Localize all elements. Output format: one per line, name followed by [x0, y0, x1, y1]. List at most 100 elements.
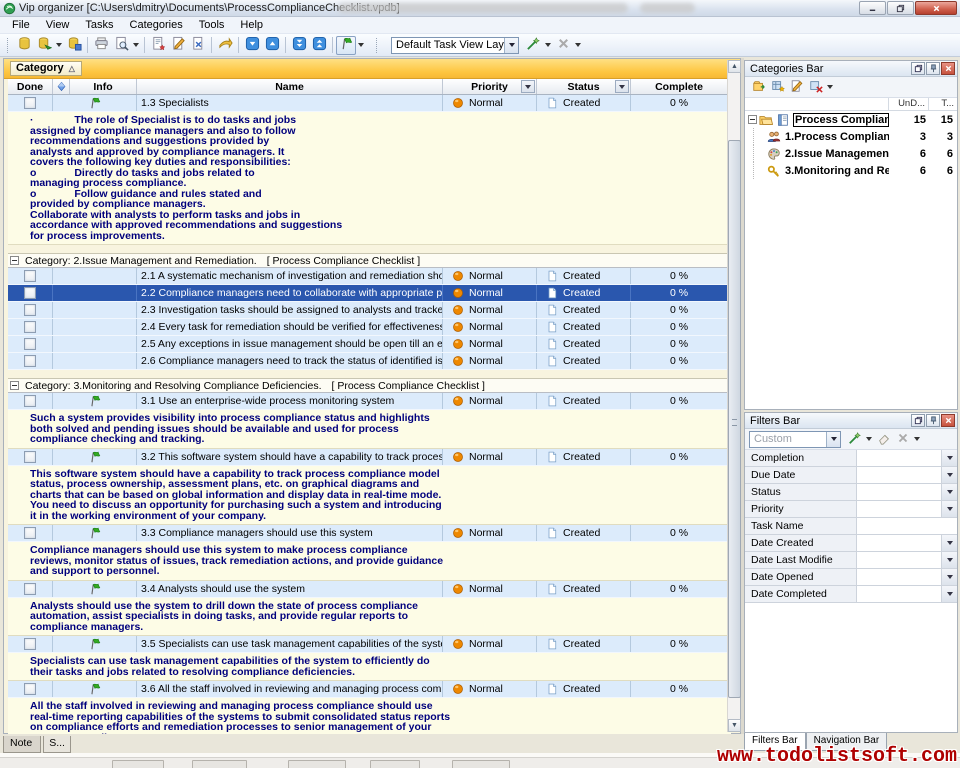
task-row[interactable]: 3.5 Specialists can use task management …: [8, 636, 731, 653]
menu-help[interactable]: Help: [232, 18, 271, 32]
save-database-button[interactable]: [64, 36, 84, 55]
move-down-button[interactable]: [242, 36, 262, 55]
group-by-category-chip[interactable]: Category △: [10, 61, 82, 76]
task-done-checkbox[interactable]: [24, 304, 36, 316]
column-header-status[interactable]: Status: [537, 79, 631, 94]
menu-file[interactable]: File: [4, 18, 38, 32]
add-category-button[interactable]: [768, 78, 787, 96]
task-done-checkbox[interactable]: [24, 321, 36, 333]
apply-layout-button[interactable]: [523, 36, 543, 55]
edit-task-button[interactable]: [168, 36, 188, 55]
panel-close-icon[interactable]: [941, 62, 955, 75]
filter-dropdown-button[interactable]: [941, 450, 957, 466]
task-row[interactable]: 3.6 All the staff involved in reviewing …: [8, 681, 731, 698]
tree-item[interactable]: 2.Issue Management and Re66: [745, 145, 957, 162]
task-row[interactable]: 2.3 Investigation tasks should be assign…: [8, 302, 731, 319]
minimize-button[interactable]: [859, 1, 886, 15]
column-header-priority[interactable]: Priority: [443, 79, 537, 94]
new-database-button[interactable]: [14, 36, 34, 55]
scroll-up-arrow[interactable]: ▲: [728, 60, 741, 73]
filter-value-field[interactable]: [857, 484, 941, 500]
tree-item[interactable]: 3.Monitoring and Resolving66: [745, 162, 957, 179]
dropdown-caret-icon[interactable]: [866, 437, 872, 441]
goto-task-button[interactable]: [215, 36, 235, 55]
task-done-checkbox[interactable]: [24, 287, 36, 299]
scrollbar-thumb[interactable]: [728, 140, 741, 698]
delete-category-button[interactable]: [806, 78, 825, 96]
scroll-down-arrow[interactable]: ▼: [728, 719, 741, 732]
task-done-checkbox[interactable]: [24, 451, 36, 463]
move-to-bottom-button[interactable]: [289, 36, 309, 55]
tab-s[interactable]: S...: [43, 736, 71, 753]
task-row[interactable]: 2.6 Compliance managers need to track th…: [8, 353, 731, 370]
edit-category-button[interactable]: [787, 78, 806, 96]
dropdown-caret-icon[interactable]: [56, 43, 62, 47]
task-done-checkbox[interactable]: [24, 355, 36, 367]
task-row[interactable]: 1.3 SpecialistsNormalCreated0 %: [8, 95, 731, 112]
panel-restore-icon[interactable]: [911, 62, 925, 75]
tree-item[interactable]: 1.Process Compliance: Key33: [745, 128, 957, 145]
tree-item[interactable]: Process Compliance Checkli1515: [745, 111, 957, 128]
filter-preset-dropdown[interactable]: [826, 432, 840, 447]
filter-dropdown-button[interactable]: [941, 569, 957, 585]
print-preview-button[interactable]: [111, 36, 131, 55]
menu-tasks[interactable]: Tasks: [77, 18, 121, 32]
task-done-checkbox[interactable]: [24, 395, 36, 407]
menu-view[interactable]: View: [38, 18, 78, 32]
filter-dropdown-button[interactable]: [941, 484, 957, 500]
filter-value-field[interactable]: [857, 552, 941, 568]
dropdown-caret-icon[interactable]: [545, 43, 551, 47]
task-done-checkbox[interactable]: [24, 638, 36, 650]
vertical-scrollbar[interactable]: ▲ ▼: [727, 60, 740, 732]
task-done-checkbox[interactable]: [24, 527, 36, 539]
filter-preset-combo[interactable]: Custom: [749, 431, 841, 448]
filter-value-field[interactable]: [857, 467, 941, 483]
task-row[interactable]: 3.3 Compliance managers should use this …: [8, 525, 731, 542]
panel-pin-icon[interactable]: [926, 62, 940, 75]
column-header-name[interactable]: Name: [137, 79, 443, 94]
column-header-done[interactable]: Done: [8, 79, 53, 94]
task-row[interactable]: 2.5 Any exceptions in issue management s…: [8, 336, 731, 353]
filter-dropdown-button[interactable]: [941, 586, 957, 602]
task-row[interactable]: 3.4 Analysts should use the systemNormal…: [8, 581, 731, 598]
task-row[interactable]: 2.2 Compliance managers need to collabor…: [8, 285, 731, 302]
filter-value-field[interactable]: [857, 501, 941, 517]
apply-filter-button[interactable]: [845, 430, 864, 448]
toolbar-overflow-icon[interactable]: [827, 85, 833, 89]
priority-filter-button[interactable]: [521, 80, 535, 93]
column-header-complete[interactable]: Complete: [631, 79, 727, 94]
toolbar-overflow-icon[interactable]: [914, 437, 920, 441]
task-row[interactable]: 2.1 A systematic mechanism of investigat…: [8, 268, 731, 285]
filter-value-field[interactable]: [857, 535, 941, 551]
dropdown-caret-icon[interactable]: [358, 43, 364, 47]
open-database-button[interactable]: [34, 36, 54, 55]
delete-layout-button[interactable]: [553, 36, 573, 55]
tree-column-undone[interactable]: UnD...: [889, 98, 929, 110]
panel-close-icon[interactable]: [941, 414, 955, 427]
task-row[interactable]: 3.1 Use an enterprise-wide process monit…: [8, 393, 731, 410]
move-to-top-button[interactable]: [309, 36, 329, 55]
new-list-button[interactable]: [749, 78, 768, 96]
filter-value-field[interactable]: [857, 450, 941, 466]
status-filter-button[interactable]: [615, 80, 629, 93]
move-up-button[interactable]: [262, 36, 282, 55]
task-done-checkbox[interactable]: [24, 583, 36, 595]
category-group-header[interactable]: Category: 3.Monitoring and Resolving Com…: [8, 378, 731, 393]
filter-dropdown-button[interactable]: [941, 467, 957, 483]
toolbar-overflow-icon[interactable]: [133, 43, 139, 47]
panel-restore-icon[interactable]: [911, 414, 925, 427]
toolbar-overflow-icon[interactable]: [575, 43, 581, 47]
tree-column-total[interactable]: T...: [929, 98, 957, 110]
filter-dropdown-button[interactable]: [941, 552, 957, 568]
task-row[interactable]: 3.2 This software system should have a c…: [8, 449, 731, 466]
maximize-button[interactable]: [887, 1, 914, 15]
layout-combo-dropdown[interactable]: [504, 38, 518, 53]
task-done-checkbox[interactable]: [24, 683, 36, 695]
filter-dropdown-button[interactable]: [941, 535, 957, 551]
priority-diamond-icon[interactable]: [53, 79, 70, 94]
column-header-info[interactable]: Info: [70, 79, 137, 94]
clear-filter-button[interactable]: [874, 430, 893, 448]
delete-task-button[interactable]: [188, 36, 208, 55]
menu-tools[interactable]: Tools: [191, 18, 233, 32]
filter-value-field[interactable]: [857, 586, 941, 602]
